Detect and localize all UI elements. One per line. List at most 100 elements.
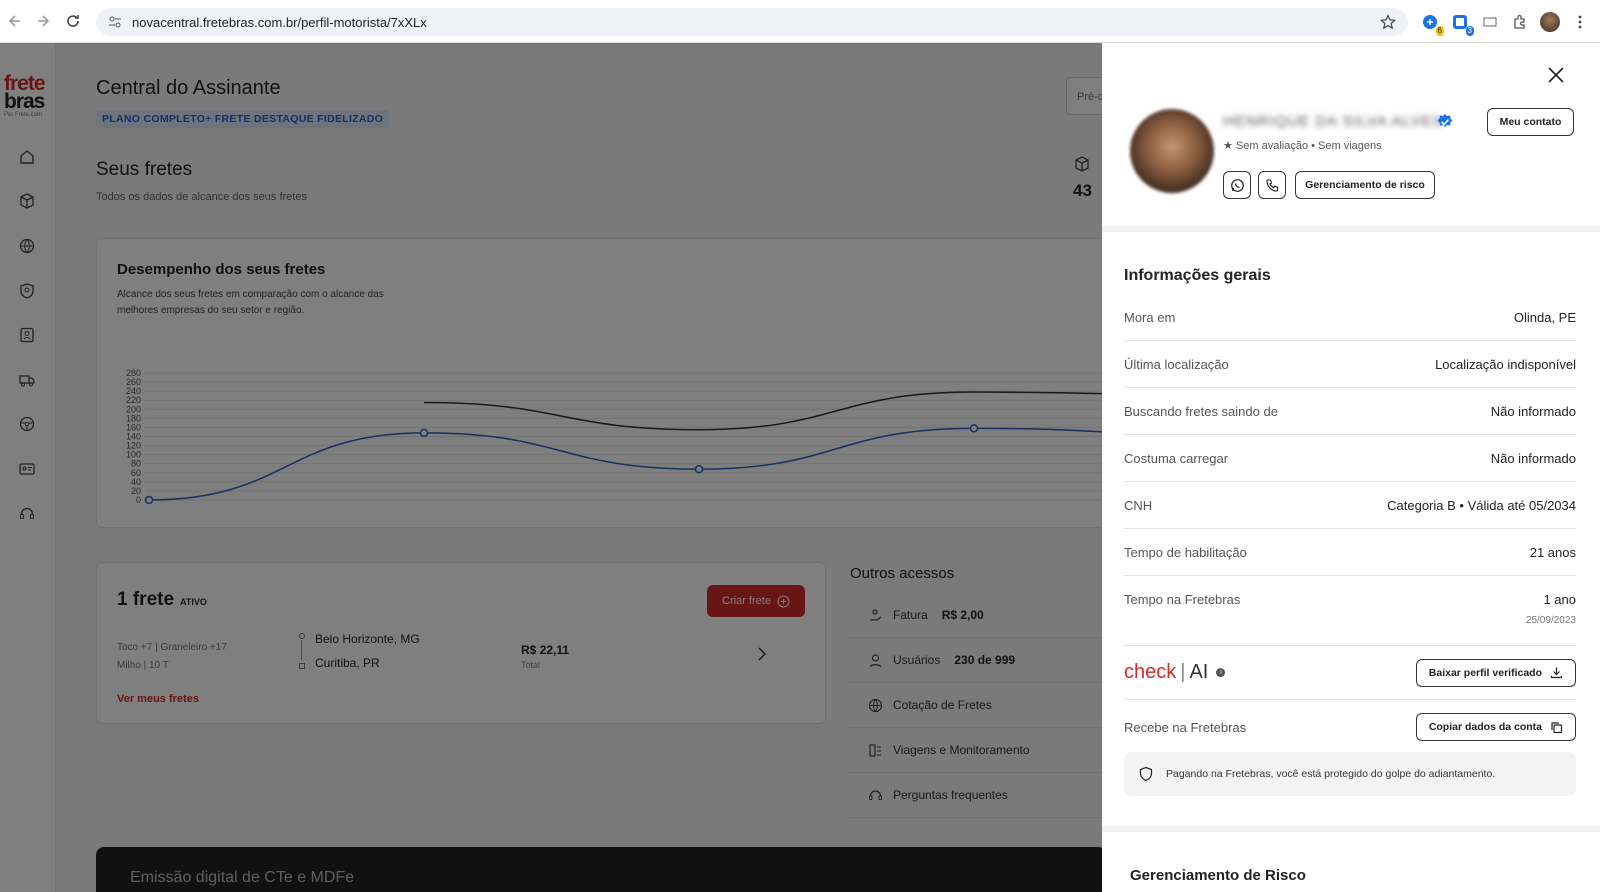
- address-bar[interactable]: novacentral.fretebras.com.br/perfil-moto…: [96, 8, 1408, 36]
- close-icon[interactable]: [1545, 64, 1567, 86]
- info-row-key: Tempo de habilitação: [1124, 544, 1247, 560]
- info-row-value: Categoria B • Válida até 05/2034: [1387, 497, 1576, 513]
- destination-city: Curitiba, PR: [315, 656, 380, 670]
- reload-icon[interactable]: [58, 6, 88, 36]
- driver-rating-text: Sem avaliação • Sem viagens: [1235, 140, 1382, 152]
- id-card-icon[interactable]: [18, 460, 36, 478]
- other-access-list: Fatura R$ 2,00 Usuários 230 de 999 Cotaç…: [848, 593, 1102, 818]
- download-icon: [1550, 667, 1563, 679]
- info-icon[interactable]: i: [1216, 668, 1226, 677]
- truck-details-line2: Milho | 10 T: [117, 660, 169, 671]
- view-freights-link[interactable]: Ver meus fretes: [117, 693, 199, 705]
- chart-y-tick-label: 180: [126, 413, 141, 423]
- check-brand-text: check: [1124, 661, 1177, 683]
- chart-y-tick-label: 140: [126, 432, 141, 442]
- info-row-license-time: Tempo de habilitação 21 anos: [1124, 529, 1576, 576]
- home-icon[interactable]: [18, 148, 36, 166]
- extension-2-icon[interactable]: 3: [1450, 12, 1474, 36]
- cte-banner[interactable]: Emissão digital de CTe e MDFe: [96, 847, 1102, 892]
- steering-wheel-icon[interactable]: [18, 415, 36, 433]
- access-item-label: Viagens e Monitoramento: [893, 743, 1030, 757]
- fretebras-logo[interactable]: frete bras Por Frete.com: [4, 73, 46, 119]
- info-row-value: Olinda, PE: [1513, 309, 1576, 325]
- freight-price-label: Total: [521, 660, 541, 670]
- info-row-value: Não informado: [1490, 403, 1576, 419]
- extensions-area: 6 3: [1420, 8, 1600, 36]
- freights-count-text: 1 frete: [117, 589, 175, 610]
- download-verified-profile-button[interactable]: Baixar perfil verificado: [1415, 658, 1576, 687]
- member-since-date: 25/09/2023: [1525, 615, 1576, 626]
- extensions-puzzle-icon[interactable]: [1510, 12, 1530, 32]
- section-divider: [1102, 826, 1600, 832]
- back-icon[interactable]: [0, 6, 30, 36]
- site-settings-icon[interactable]: [108, 15, 122, 29]
- bookmark-star-icon[interactable]: [1380, 14, 1396, 30]
- info-row-cnh: CNH Categoria B • Válida até 05/2034: [1124, 482, 1576, 529]
- general-info-title: Informações gerais: [1124, 267, 1271, 284]
- contacts-icon[interactable]: [18, 326, 36, 344]
- chart-point[interactable]: [969, 424, 979, 433]
- access-item-label: Fatura: [893, 608, 928, 622]
- chart-y-tick-label: 100: [126, 450, 141, 460]
- chart-y-tick-label: 20: [131, 486, 141, 496]
- phone-button[interactable]: [1258, 171, 1286, 199]
- forward-icon[interactable]: [28, 6, 58, 36]
- extension-1-badge: 6: [1435, 26, 1444, 36]
- shield-icon[interactable]: [18, 282, 36, 300]
- pre-button[interactable]: Pré-c: [1066, 77, 1102, 115]
- my-contact-button[interactable]: Meu contato: [1487, 108, 1574, 136]
- globe-icon: [868, 698, 883, 712]
- other-access-title: Outros acessos: [850, 565, 955, 582]
- chart-y-tick-label: 220: [126, 395, 141, 405]
- info-row-key: Tempo na Fretebras: [1124, 592, 1241, 607]
- chart-y-tick-label: 200: [126, 404, 141, 414]
- cast-icon[interactable]: [1480, 12, 1500, 32]
- freights-count: 1 frete ATIVO: [117, 589, 207, 611]
- access-item-cotacao[interactable]: Cotação de Fretes: [848, 683, 1102, 728]
- copy-icon: [1551, 721, 1563, 733]
- cte-banner-text: Emissão digital de CTe e MDFe: [130, 869, 355, 886]
- stat-box-icon: [1075, 156, 1089, 172]
- box-icon[interactable]: [18, 192, 36, 210]
- chevron-right-icon[interactable]: [757, 647, 767, 661]
- headset-icon: [869, 789, 882, 800]
- risk-management-button[interactable]: Gerenciamento de risco: [1295, 171, 1435, 199]
- performance-line-chart: 020406080100120140160180200220240260280: [126, 368, 1102, 505]
- browser-menu-icon[interactable]: [1570, 12, 1590, 32]
- plus-circle-icon: [777, 595, 790, 607]
- url-text: novacentral.fretebras.com.br/perfil-moto…: [132, 14, 427, 30]
- access-item-fatura[interactable]: Fatura R$ 2,00: [848, 593, 1102, 638]
- info-row-value: 21 anos: [1529, 544, 1576, 560]
- access-item-usuarios[interactable]: Usuários 230 de 999: [848, 638, 1102, 683]
- chart-y-tick-label: 40: [131, 477, 141, 487]
- access-item-label: Cotação de Fretes: [893, 698, 992, 712]
- protection-notice-text: Pagando na Fretebras, você está protegid…: [1166, 768, 1496, 780]
- chart-y-tick-label: 260: [126, 377, 141, 387]
- route-map-icon: [869, 743, 881, 757]
- shield-icon: [1139, 766, 1153, 782]
- chart-series-line-2: [423, 391, 1102, 431]
- globe-icon[interactable]: [18, 237, 36, 255]
- support-headset-icon[interactable]: [18, 505, 36, 523]
- copy-account-data-button[interactable]: Copiar dados da conta: [1415, 713, 1576, 741]
- chart-y-tick-label: 80: [131, 459, 141, 469]
- access-item-perguntas[interactable]: Perguntas frequentes: [848, 773, 1102, 818]
- profile-avatar[interactable]: [1540, 12, 1560, 32]
- chart-point[interactable]: [419, 428, 429, 438]
- whatsapp-button[interactable]: [1223, 171, 1251, 199]
- chart-point[interactable]: [694, 464, 704, 474]
- performance-chart-card: Desempenho dos seus fretes Alcance dos s…: [96, 238, 1102, 528]
- info-row-searching-from: Buscando fretes saindo de Não informado: [1124, 388, 1576, 435]
- info-row-last-location: Última localização Localização indisponív…: [1124, 341, 1576, 388]
- extension-1-icon[interactable]: 6: [1420, 12, 1444, 36]
- user-icon: [869, 653, 882, 667]
- access-item-viagens[interactable]: Viagens e Monitoramento: [848, 728, 1102, 773]
- payment-row: Recebe na Fretebras Copiar dados da cont…: [1124, 700, 1576, 754]
- chart-point[interactable]: [144, 495, 154, 505]
- truck-icon[interactable]: [18, 371, 36, 389]
- extension-2-badge: 3: [1465, 26, 1474, 36]
- download-button-label: Baixar perfil verificado: [1428, 666, 1542, 679]
- create-freight-button[interactable]: Criar frete: [707, 585, 805, 617]
- driver-rating: ★ Sem avaliação • Sem viagens: [1223, 139, 1382, 152]
- chart-y-tick-label: 120: [126, 441, 141, 451]
